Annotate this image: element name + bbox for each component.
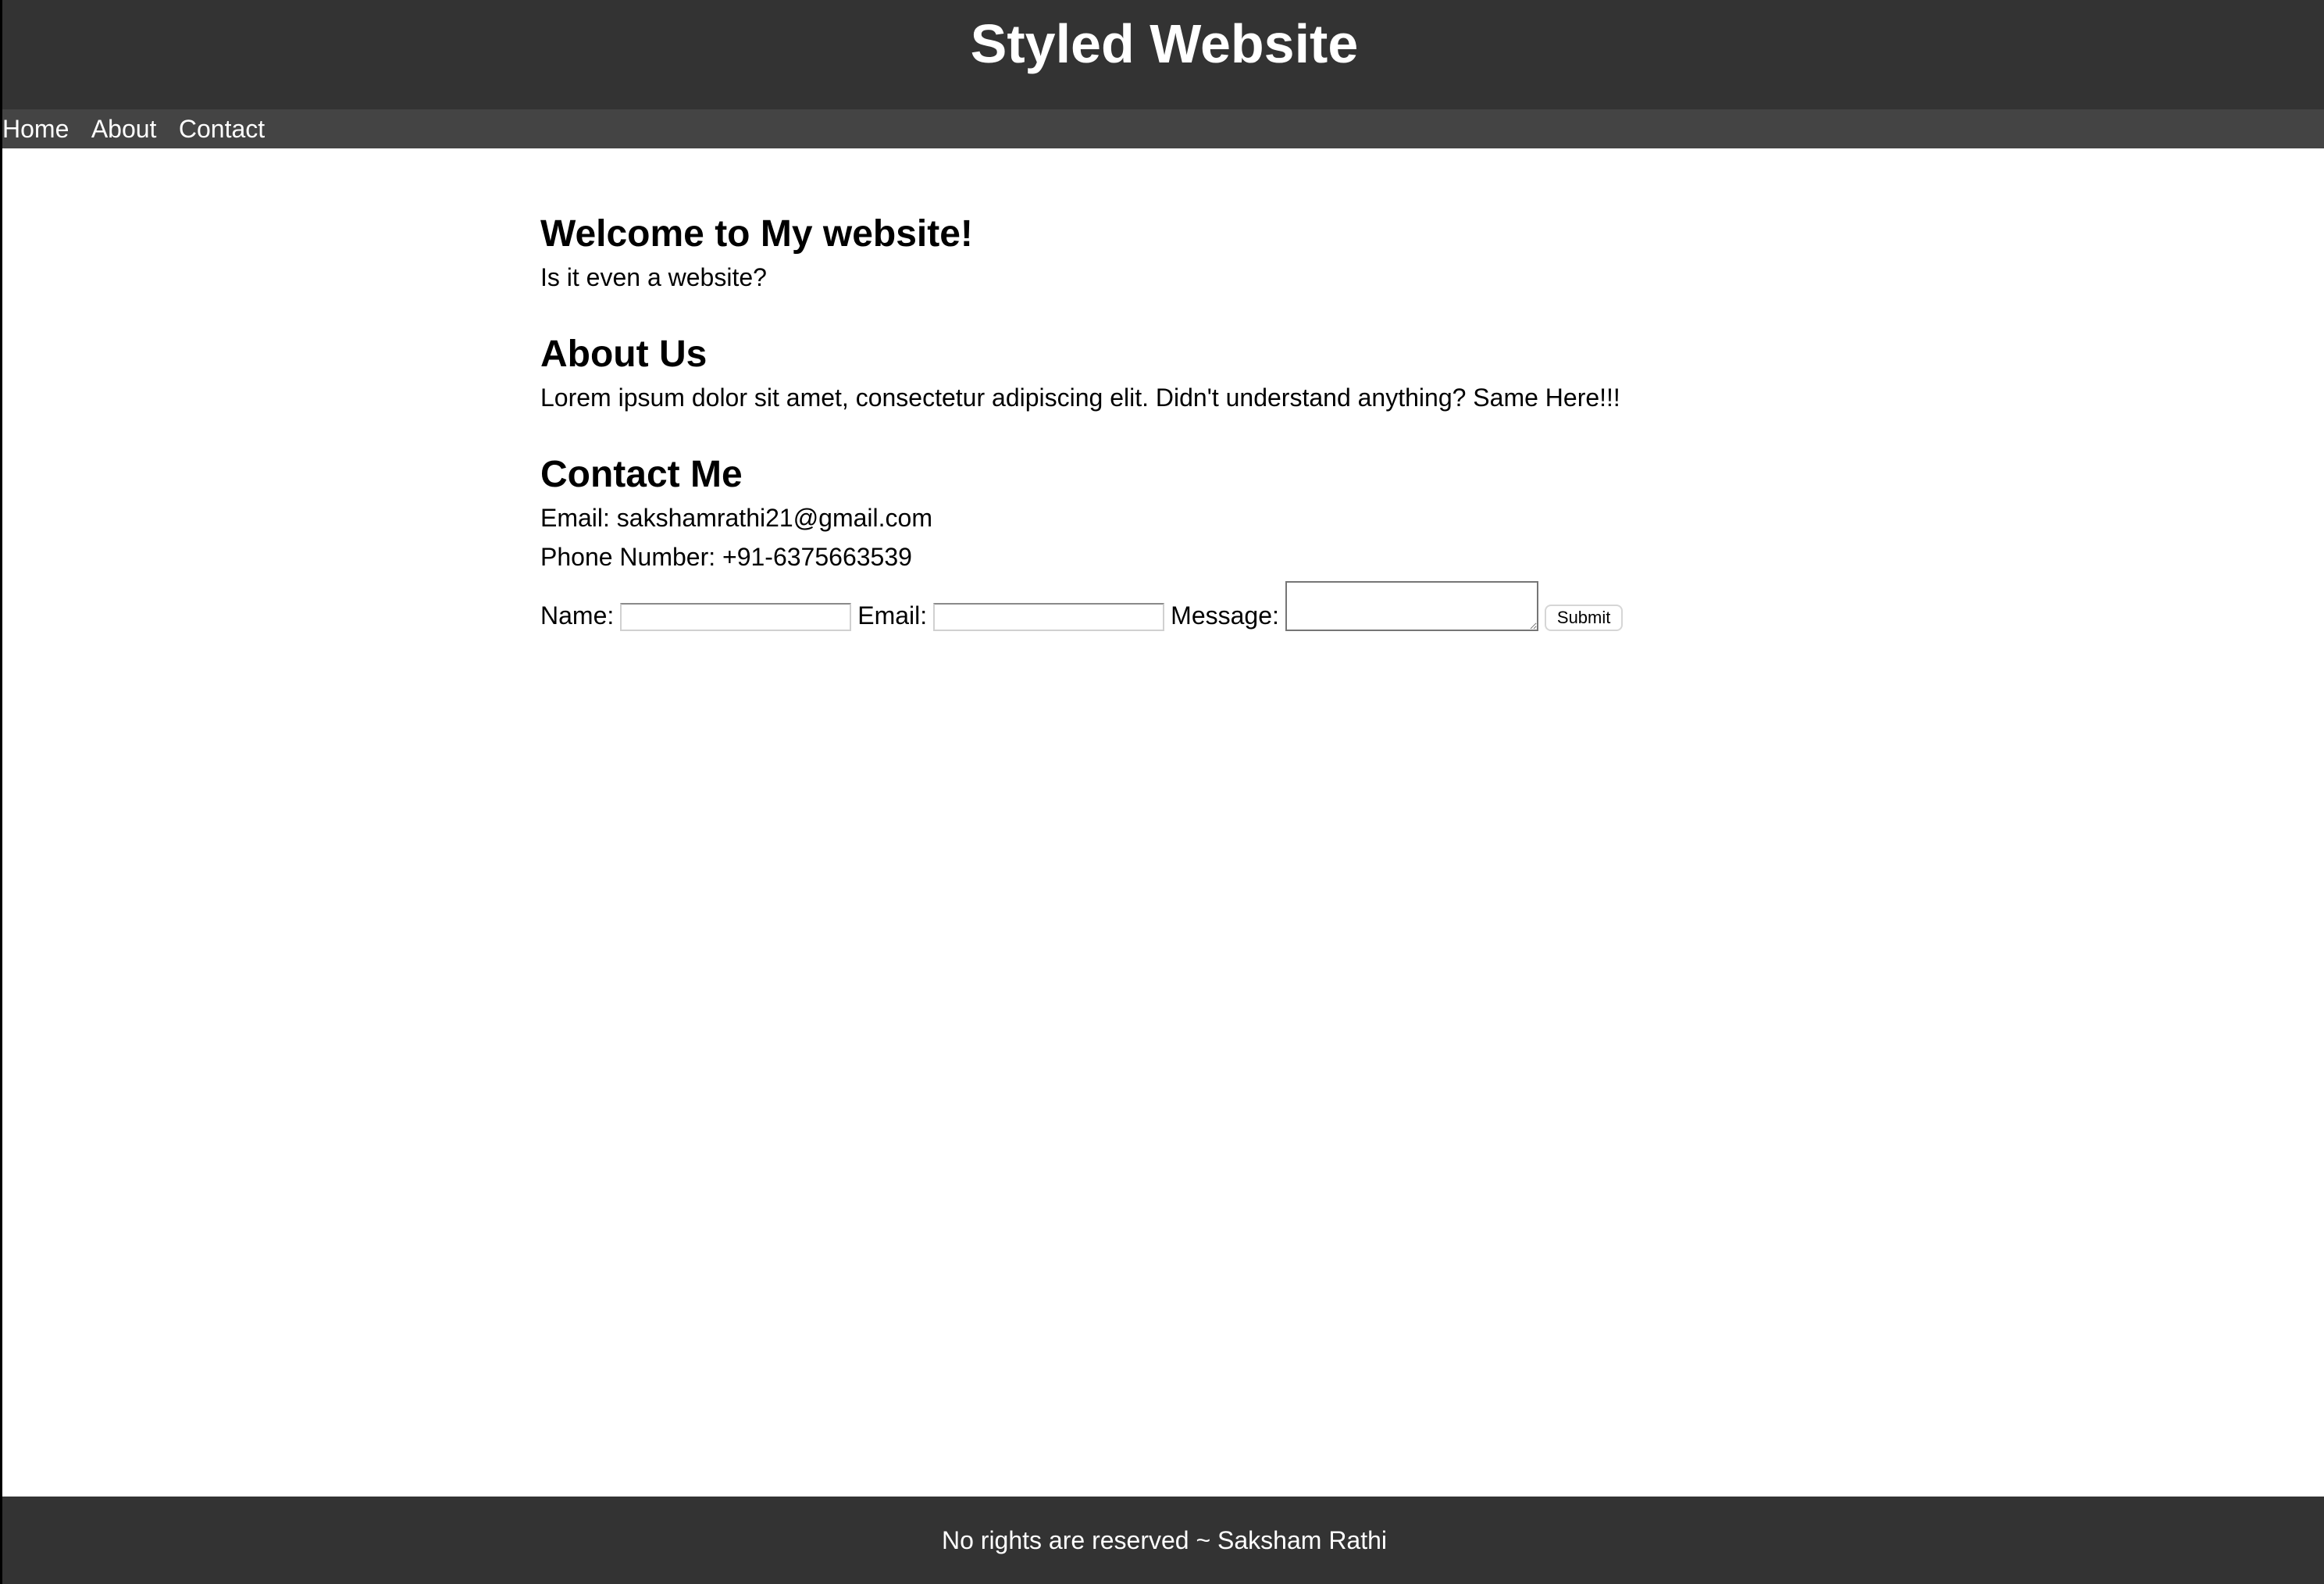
main-nav: Home About Contact	[2, 109, 2324, 148]
contact-form: Name: Email: Message: Submit	[540, 581, 1790, 631]
nav-link-home[interactable]: Home	[2, 109, 69, 148]
contact-email: Email: sakshamrathi21@gmail.com	[540, 504, 932, 532]
about-text: Lorem ipsum dolor sit amet, consectetur …	[540, 384, 1620, 412]
contact-heading: Contact Me	[540, 454, 743, 495]
contact-phone: Phone Number: +91-6375663539	[540, 543, 912, 571]
email-input[interactable]	[933, 603, 1165, 631]
email-label: Email:	[857, 601, 928, 630]
nav-link-about[interactable]: About	[91, 109, 157, 148]
about-heading: About Us	[540, 334, 708, 375]
name-input[interactable]	[620, 603, 852, 631]
message-textarea[interactable]	[1285, 581, 1538, 631]
welcome-text: Is it even a website?	[540, 263, 767, 291]
site-footer: No rights are reserved ~ Saksham Rathi	[2, 1497, 2324, 1584]
welcome-heading: Welcome to My website!	[540, 213, 973, 255]
site-header: Styled Website	[2, 0, 2324, 109]
main-content: Welcome to My website! Is it even a webs…	[540, 211, 1790, 631]
footer-text: No rights are reserved ~ Saksham Rathi	[941, 1526, 1388, 1554]
welcome-section: Welcome to My website! Is it even a webs…	[540, 211, 1790, 297]
message-label: Message:	[1171, 601, 1279, 630]
about-section: About Us Lorem ipsum dolor sit amet, con…	[540, 331, 1790, 417]
site-title: Styled Website	[970, 13, 1359, 74]
nav-link-contact[interactable]: Contact	[179, 109, 265, 148]
name-label: Name:	[540, 601, 615, 630]
submit-button[interactable]: Submit	[1544, 605, 1624, 631]
contact-section: Contact Me Email: sakshamrathi21@gmail.c…	[540, 451, 1790, 631]
